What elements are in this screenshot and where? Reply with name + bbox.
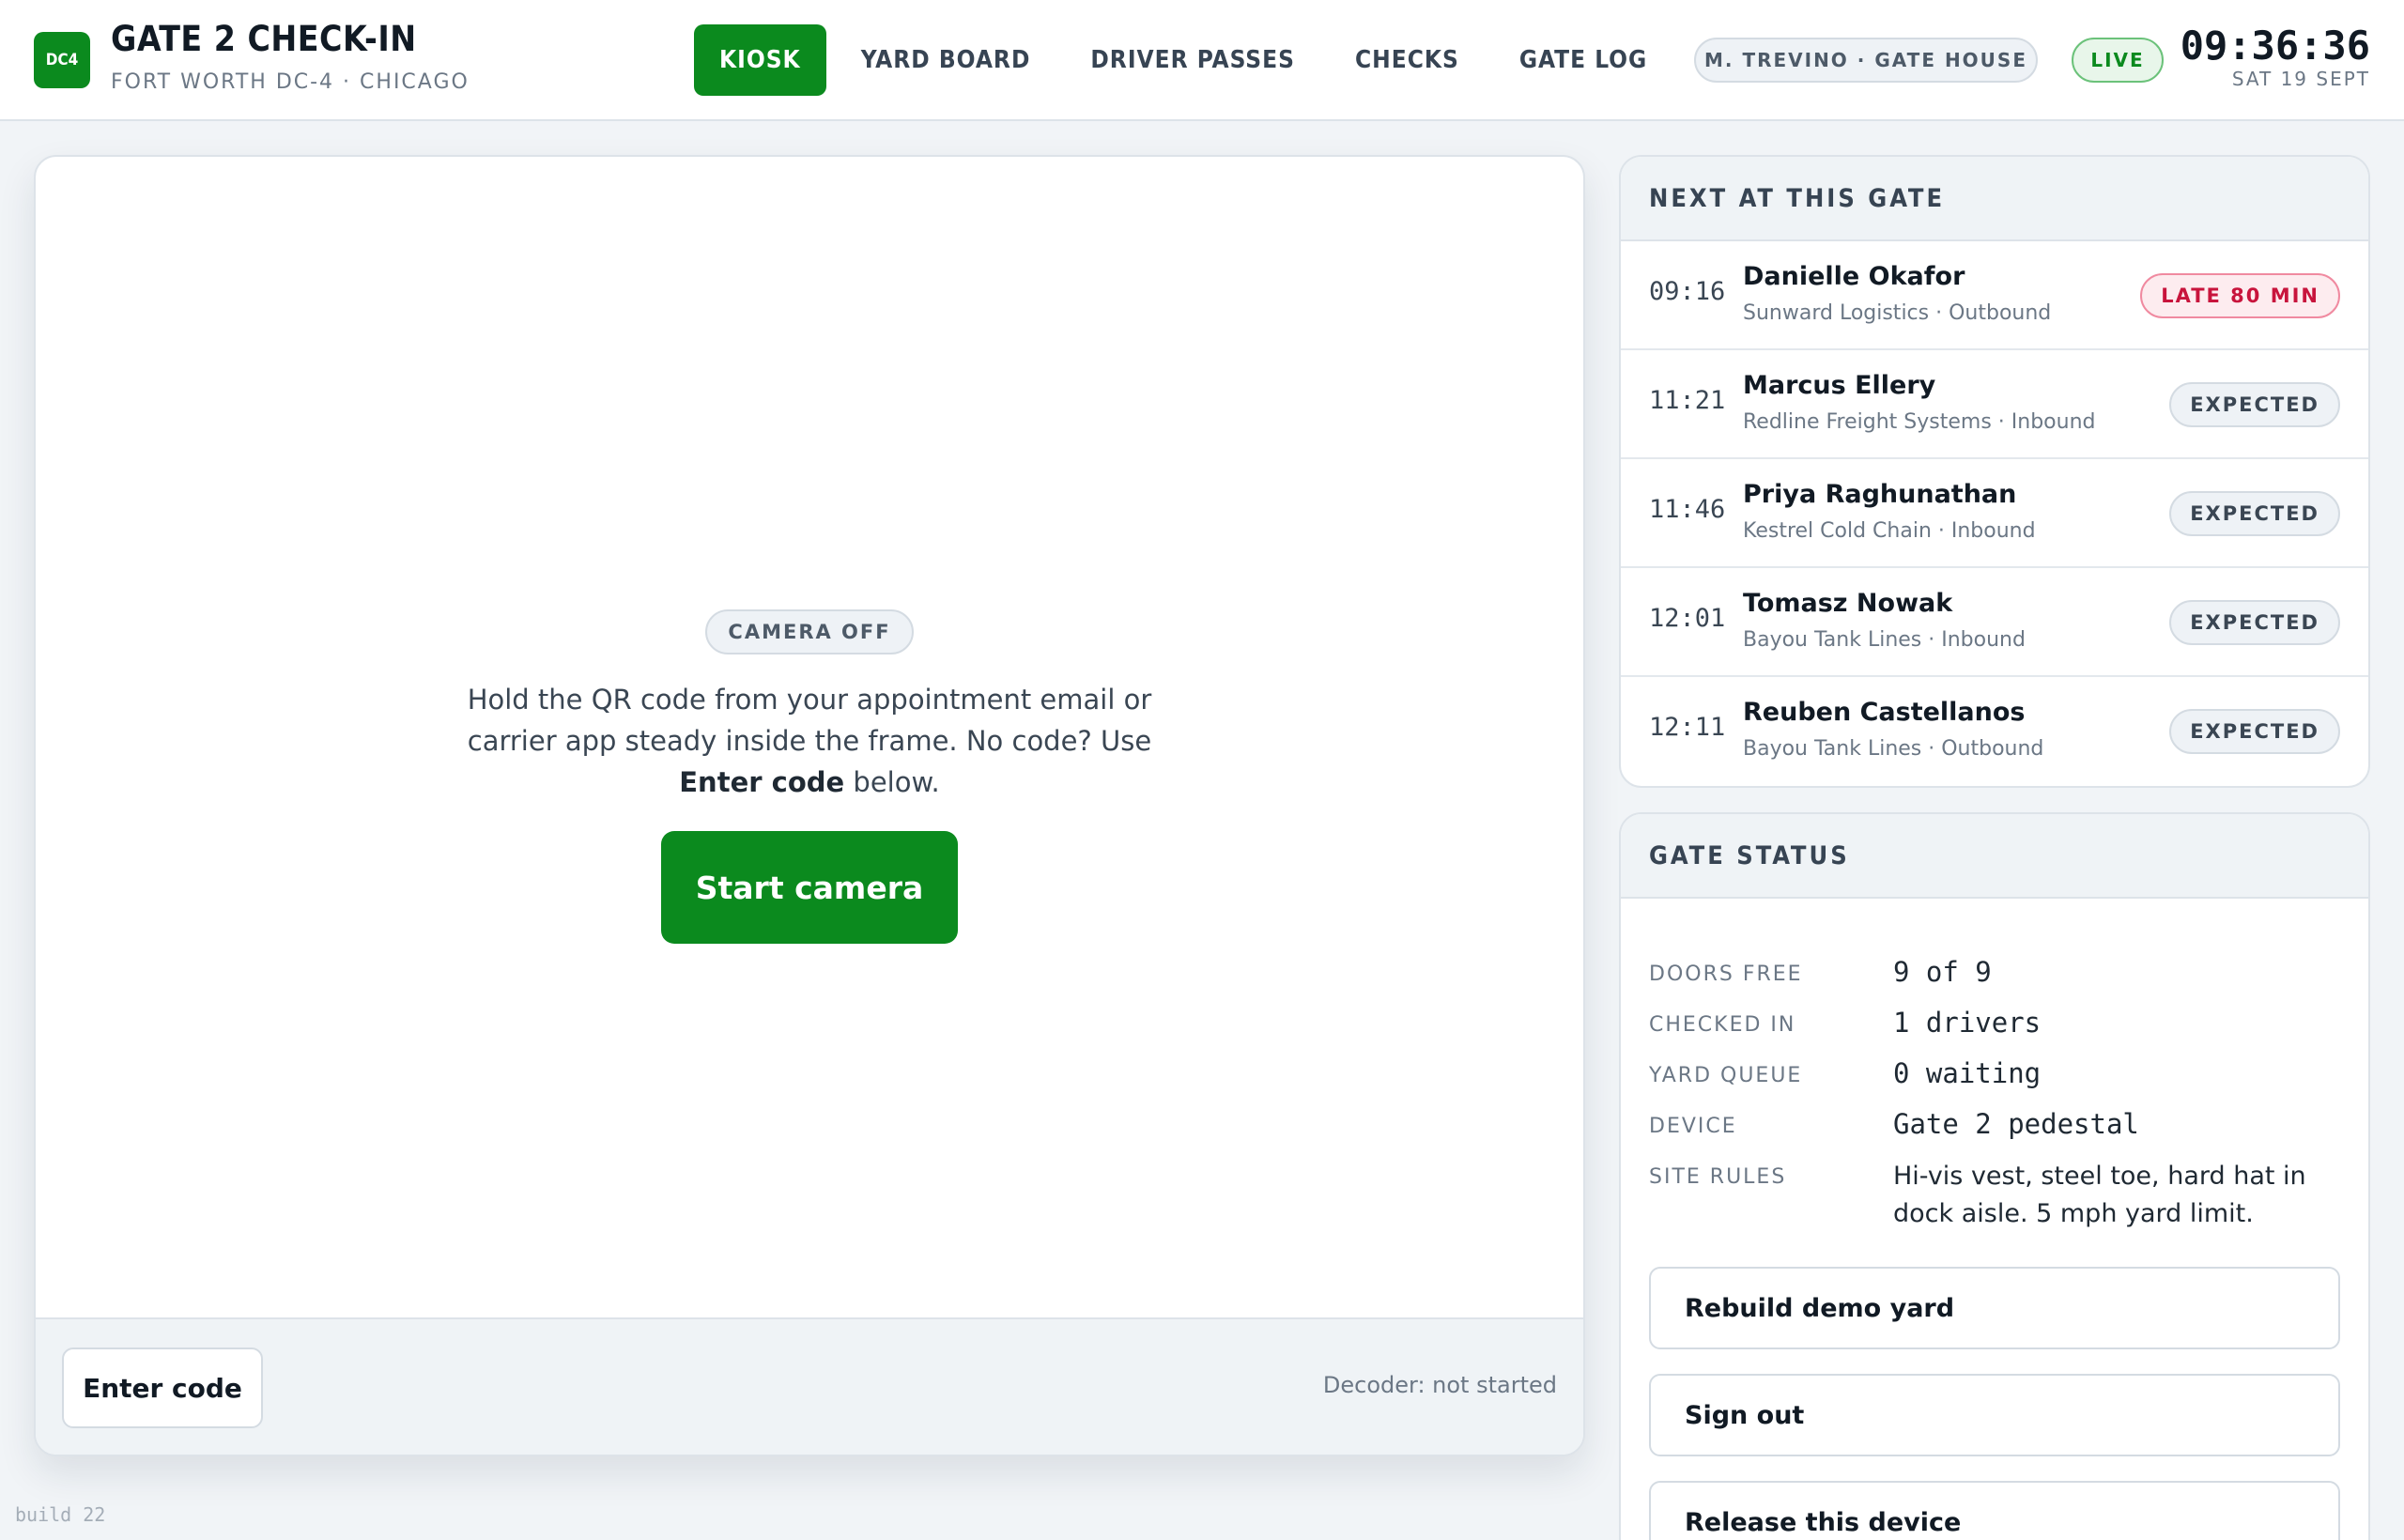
- driver-name: Marcus Ellery: [1743, 371, 1936, 400]
- status-row-checked-in: CHECKED IN 1 drivers: [1649, 1006, 2340, 1040]
- status-row-doors-free: DOORS FREE 9 of 9: [1649, 955, 2340, 989]
- status-key: YARD QUEUE: [1649, 1064, 1803, 1087]
- sign-out-button[interactable]: Sign out: [1649, 1374, 2340, 1456]
- status-key: DEVICE: [1649, 1115, 1737, 1138]
- status-key: SITE RULES: [1649, 1165, 1787, 1189]
- main-nav: KIOSK YARD BOARD DRIVER PASSES CHECKS GA…: [694, 24, 1811, 96]
- camera-status-badge: CAMERA OFF: [705, 609, 914, 654]
- queue-row[interactable]: 12:01 Tomasz Nowak Bayou Tank Lines · In…: [1621, 568, 2368, 677]
- user-badge: M. TREVINO · GATE HOUSE: [1694, 38, 2038, 83]
- rebuild-demo-yard-button[interactable]: Rebuild demo yard: [1649, 1267, 2340, 1349]
- status-badge: EXPECTED: [2169, 600, 2340, 645]
- appointment-time: 11:21: [1649, 386, 1726, 415]
- camera-frame: CAMERA OFF Hold the QR code from your ap…: [36, 157, 1583, 1321]
- enter-code-button[interactable]: Enter code: [62, 1348, 263, 1428]
- carrier-direction: Sunward Logistics · Outbound: [1743, 301, 2052, 325]
- carrier-direction: Kestrel Cold Chain · Inbound: [1743, 519, 2036, 543]
- kiosk-footer: Enter code Decoder: not started: [36, 1317, 1583, 1455]
- status-value: Gate 2 pedestal: [1893, 1108, 2139, 1140]
- carrier-direction: Bayou Tank Lines · Outbound: [1743, 737, 2044, 761]
- live-status-badge: LIVE: [2072, 38, 2164, 83]
- carrier-direction: Redline Freight Systems · Inbound: [1743, 410, 2096, 434]
- nav-checks[interactable]: CHECKS: [1330, 24, 1485, 96]
- appointment-time: 09:16: [1649, 277, 1726, 306]
- driver-name: Danielle Okafor: [1743, 262, 1965, 291]
- queue-card: NEXT AT THIS GATE 09:16 Danielle Okafor …: [1619, 155, 2370, 788]
- status-value: 1 drivers: [1893, 1007, 2042, 1039]
- decoder-status: Decoder: not started: [1322, 1372, 1557, 1398]
- status-row-device: DEVICE Gate 2 pedestal: [1649, 1107, 2340, 1141]
- status-value: Hi-vis vest, steel toe, hard hat in dock…: [1893, 1162, 2306, 1228]
- driver-name: Priya Raghunathan: [1743, 480, 2017, 509]
- scan-instructions: Hold the QR code from your appointment e…: [443, 679, 1176, 803]
- status-key: DOORS FREE: [1649, 962, 1803, 986]
- nav-yard-board[interactable]: YARD BOARD: [836, 24, 1056, 96]
- status-value: 9 of 9: [1893, 956, 1992, 988]
- date-label: SAT 19 SEPT: [2231, 68, 2370, 90]
- clock: 09:36:36: [2180, 23, 2370, 69]
- queue-row[interactable]: 11:46 Priya Raghunathan Kestrel Cold Cha…: [1621, 459, 2368, 568]
- queue-row[interactable]: 11:21 Marcus Ellery Redline Freight Syst…: [1621, 350, 2368, 459]
- status-badge: EXPECTED: [2169, 382, 2340, 427]
- status-badge: EXPECTED: [2169, 709, 2340, 754]
- start-camera-button[interactable]: Start camera: [661, 831, 958, 944]
- nav-gate-log[interactable]: GATE LOG: [1494, 24, 1672, 96]
- nav-driver-passes[interactable]: DRIVER PASSES: [1065, 24, 1320, 96]
- site-subtitle: FORT WORTH DC-4 · CHICAGO: [111, 70, 470, 94]
- build-label: build 22: [15, 1503, 106, 1526]
- status-value: 0 waiting: [1893, 1057, 2042, 1089]
- status-key: CHECKED IN: [1649, 1013, 1796, 1037]
- release-device-button[interactable]: Release this device: [1649, 1481, 2340, 1540]
- queue-row[interactable]: 09:16 Danielle Okafor Sunward Logistics …: [1621, 241, 2368, 350]
- gate-status-title: GATE STATUS: [1621, 814, 2368, 899]
- carrier-direction: Bayou Tank Lines · Inbound: [1743, 628, 2026, 652]
- status-badge: LATE 80 MIN: [2140, 273, 2340, 318]
- top-bar: DC4 GATE 2 CHECK-IN FORT WORTH DC-4 · CH…: [0, 0, 2404, 121]
- status-row-site-rules: SITE RULES Hi-vis vest, steel toe, hard …: [1649, 1158, 2340, 1233]
- status-badge: EXPECTED: [2169, 491, 2340, 536]
- status-row-yard-queue: YARD QUEUE 0 waiting: [1649, 1056, 2340, 1090]
- appointment-time: 12:11: [1649, 713, 1726, 742]
- driver-name: Tomasz Nowak: [1743, 589, 1953, 618]
- kiosk-panel: CAMERA OFF Hold the QR code from your ap…: [34, 155, 1585, 1456]
- queue-row[interactable]: 12:11 Reuben Castellanos Bayou Tank Line…: [1621, 677, 2368, 786]
- queue-title: NEXT AT THIS GATE: [1621, 157, 2368, 241]
- instructions-text: Hold the QR code from your appointment e…: [467, 684, 1152, 757]
- driver-name: Reuben Castellanos: [1743, 698, 2026, 727]
- site-logo: DC4: [34, 32, 90, 88]
- gate-status-card: GATE STATUS DOORS FREE 9 of 9 CHECKED IN…: [1619, 812, 2370, 1540]
- instructions-emphasis: Enter code: [679, 766, 845, 798]
- nav-kiosk[interactable]: KIOSK: [694, 24, 826, 96]
- appointment-time: 12:01: [1649, 604, 1726, 633]
- appointment-time: 11:46: [1649, 495, 1726, 524]
- instructions-tail: below.: [844, 766, 940, 798]
- gate-status-body: DOORS FREE 9 of 9 CHECKED IN 1 drivers Y…: [1621, 899, 2368, 1540]
- page-title: GATE 2 CHECK-IN: [111, 19, 417, 59]
